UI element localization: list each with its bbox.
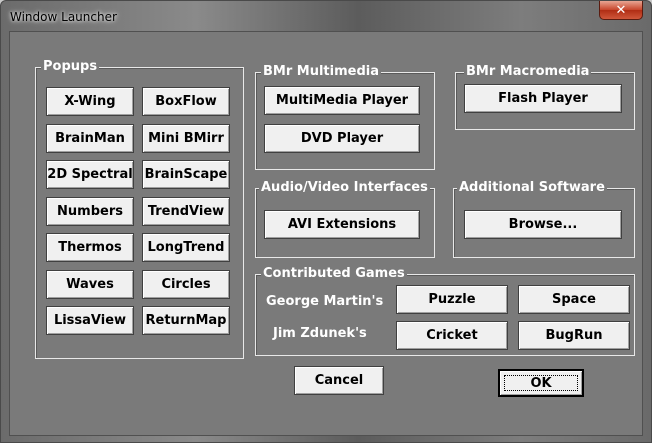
puzzle-button[interactable]: Puzzle (396, 285, 508, 314)
popup-button-numbers[interactable]: Numbers (46, 197, 134, 226)
popup-button-waves[interactable]: Waves (46, 270, 134, 299)
popup-button-trendview[interactable]: TrendView (142, 197, 230, 226)
group-bmr-multimedia: BMr Multimedia MultiMedia Player DVD Pla… (255, 64, 435, 170)
cricket-button[interactable]: Cricket (396, 321, 508, 350)
window-launcher-window: Window Launcher ✕ Popups X-Wing BoxFlow … (0, 0, 652, 443)
group-contributed-games: Contributed Games George Martin's Jim Zd… (255, 266, 635, 356)
multimedia-player-button[interactable]: MultiMedia Player (264, 86, 420, 115)
window-title: Window Launcher (10, 10, 117, 24)
close-icon: ✕ (615, 2, 627, 18)
popup-button-brainscape[interactable]: BrainScape (142, 160, 230, 189)
group-audio-video-interfaces: Audio/Video Interfaces AVI Extensions (255, 180, 435, 258)
popup-button-returnmap[interactable]: ReturnMap (142, 306, 230, 335)
popup-button-lissaview[interactable]: LissaView (46, 306, 134, 335)
popup-button-longtrend[interactable]: LongTrend (142, 233, 230, 262)
popup-button-2d-spectral[interactable]: 2D Spectral (46, 160, 134, 189)
space-button[interactable]: Space (518, 285, 630, 314)
popup-button-x-wing[interactable]: X-Wing (46, 87, 134, 116)
author-label-jim-zdunek: Jim Zdunek's (273, 326, 367, 341)
group-bmr-multimedia-title: BMr Multimedia (261, 64, 381, 80)
cancel-button[interactable]: Cancel (294, 366, 384, 395)
popup-button-brainman[interactable]: BrainMan (46, 124, 134, 153)
popup-button-thermos[interactable]: Thermos (46, 233, 134, 262)
group-contributed-games-title: Contributed Games (261, 266, 407, 282)
close-button[interactable]: ✕ (599, 1, 643, 20)
group-popups: Popups X-Wing BoxFlow BrainMan Mini BMir… (35, 59, 244, 359)
title-bar[interactable]: Window Launcher ✕ (1, 1, 651, 31)
popup-button-circles[interactable]: Circles (142, 270, 230, 299)
group-audio-video-title: Audio/Video Interfaces (259, 180, 430, 196)
ok-focus-rectangle (504, 375, 578, 391)
ok-button[interactable]: OK (498, 369, 584, 397)
group-additional-software-title: Additional Software (457, 180, 607, 196)
client-area: Popups X-Wing BoxFlow BrainMan Mini BMir… (9, 31, 643, 436)
group-bmr-macromedia-title: BMr Macromedia (464, 64, 592, 80)
bugrun-button[interactable]: BugRun (518, 321, 630, 350)
group-popups-title: Popups (41, 59, 100, 75)
group-additional-software: Additional Software Browse... (453, 180, 635, 258)
group-bmr-macromedia: BMr Macromedia Flash Player (455, 64, 635, 130)
browse-button[interactable]: Browse... (464, 210, 622, 239)
popup-button-mini-bmirr[interactable]: Mini BMirr (142, 124, 230, 153)
avi-extensions-button[interactable]: AVI Extensions (264, 210, 420, 239)
dvd-player-button[interactable]: DVD Player (264, 124, 420, 153)
popup-button-boxflow[interactable]: BoxFlow (142, 87, 230, 116)
author-label-george-martin: George Martin's (266, 294, 384, 309)
flash-player-button[interactable]: Flash Player (464, 84, 622, 113)
